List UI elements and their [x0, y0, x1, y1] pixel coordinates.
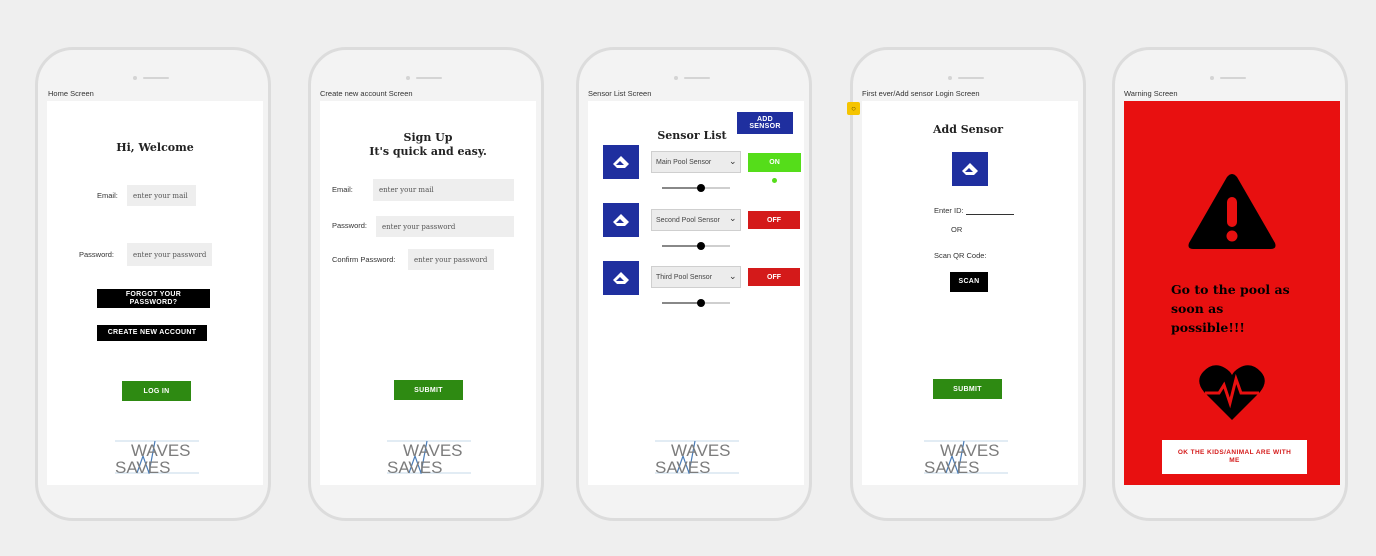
screen-label-add-sensor: First ever/Add sensor Login Screen — [862, 89, 980, 98]
email-label: Email: — [97, 191, 118, 200]
sensor-icon-box — [952, 152, 988, 186]
logo-text-saves: SAVES — [115, 458, 170, 474]
eraser-icon — [962, 163, 978, 175]
screen-label-home: Home Screen — [48, 89, 94, 98]
warning-message: Go to the pool as soon as possible!!! — [1171, 282, 1290, 335]
sensor-icon-box — [603, 145, 639, 179]
signup-title: Sign Up — [403, 131, 453, 144]
speaker-slot — [958, 77, 984, 79]
chevron-down-icon: ⌄ — [729, 271, 737, 281]
sensor-list-screen: ADD SENSOR Sensor List Main Pool Sensor … — [588, 101, 804, 485]
or-label: OR — [951, 225, 963, 234]
warning-screen: Go to the pool as soon as possible!!! OK… — [1124, 101, 1340, 485]
sensor-icon-box — [603, 261, 639, 295]
enter-id-label: Enter ID: — [934, 206, 964, 215]
logo-text-saves: SAVES — [924, 458, 979, 474]
comment-marker-icon[interactable]: ○ — [847, 102, 860, 115]
welcome-title: Hi, Welcome — [116, 141, 194, 154]
speaker-slot — [1220, 77, 1246, 79]
slider-knob[interactable] — [697, 299, 705, 307]
password-label: Password: — [79, 250, 115, 259]
waves-saves-logo: WAVES SAVES — [115, 438, 199, 477]
create-account-button[interactable]: CREATE NEW ACCOUNT — [97, 325, 207, 341]
password-label: Password: — [332, 221, 368, 230]
logo-text-saves: SAVES — [655, 458, 710, 474]
signup-subtitle: It's quick and easy. — [369, 145, 487, 158]
sensor-list-title: Sensor List — [657, 129, 727, 142]
speaker-slot — [416, 77, 442, 79]
email-input[interactable]: enter your mail — [127, 185, 196, 206]
sensor-toggle-off[interactable]: OFF — [748, 211, 800, 229]
chevron-down-icon: ⌄ — [729, 213, 737, 223]
slider-rest — [701, 302, 730, 304]
forgot-password-button[interactable]: FORGOT YOUR PASSWORD? — [97, 289, 210, 308]
slider-track — [662, 302, 701, 304]
logo-wave-graphic: WAVES SAVES — [387, 440, 471, 477]
slider-knob[interactable] — [697, 184, 705, 192]
status-dot — [772, 178, 777, 183]
camera-dot — [1210, 76, 1214, 80]
speaker-slot — [684, 77, 710, 79]
scan-button[interactable]: SCAN — [950, 272, 988, 292]
sensor-icon-box — [603, 203, 639, 237]
camera-dot — [674, 76, 678, 80]
screen-label-signup: Create new account Screen — [320, 89, 413, 98]
logo-wave-graphic: WAVES SAVES — [115, 440, 199, 477]
sensor-toggle-on[interactable]: ON — [748, 153, 801, 172]
submit-button[interactable]: SUBMIT — [933, 379, 1002, 399]
confirm-password-label: Confirm Password: — [332, 255, 396, 264]
waves-saves-logo: WAVES SAVES — [655, 438, 739, 477]
sensor-toggle-off[interactable]: OFF — [748, 268, 800, 286]
chevron-down-icon: ⌄ — [729, 156, 737, 166]
login-button[interactable]: LOG IN — [122, 381, 191, 401]
confirm-password-input[interactable]: enter your password — [408, 249, 494, 270]
add-sensor-title: Add Sensor — [932, 123, 1003, 136]
eraser-icon — [613, 214, 629, 226]
add-sensor-button[interactable]: ADD SENSOR — [737, 112, 793, 134]
logo-wave-graphic: WAVES SAVES — [655, 440, 739, 477]
eraser-icon — [613, 156, 629, 168]
slider-rest — [701, 187, 730, 189]
waves-saves-logo: WAVES SAVES — [387, 438, 471, 477]
sensor-select[interactable]: Main Pool Sensor — [651, 151, 741, 173]
eraser-icon — [613, 272, 629, 284]
speaker-slot — [143, 77, 169, 79]
screen-label-warning: Warning Screen — [1124, 89, 1178, 98]
camera-dot — [948, 76, 952, 80]
sensor-select[interactable]: Third Pool Sensor — [651, 266, 741, 288]
ok-kids-button-label: OK THE KIDS/ANIMAL ARE WITH ME — [1177, 448, 1292, 464]
slider-rest — [701, 245, 730, 247]
enter-id-input[interactable] — [966, 209, 1014, 215]
scan-qr-label: Scan QR Code: — [934, 251, 987, 260]
heart-pulse-icon — [1199, 365, 1265, 420]
camera-dot — [133, 76, 137, 80]
logo-wave-graphic: WAVES SAVES — [924, 440, 1008, 477]
add-sensor-screen: Add Sensor Enter ID: OR Scan QR Code: SC… — [862, 101, 1078, 485]
sensor-select[interactable]: Second Pool Sensor — [651, 209, 741, 231]
signup-screen: Sign Up It's quick and easy. Email: ente… — [320, 101, 536, 485]
warning-triangle-icon — [1188, 174, 1276, 249]
ok-kids-button[interactable]: OK THE KIDS/ANIMAL ARE WITH ME — [1162, 440, 1307, 474]
logo-text-saves: SAVES — [387, 458, 442, 474]
waves-saves-logo: WAVES SAVES — [924, 438, 1008, 477]
slider-track — [662, 187, 701, 189]
slider-track — [662, 245, 701, 247]
home-screen: Hi, Welcome Email: enter your mail Passw… — [47, 101, 263, 485]
email-input[interactable]: enter your mail — [373, 179, 514, 201]
email-label: Email: — [332, 185, 353, 194]
camera-dot — [406, 76, 410, 80]
screen-label-sensors: Sensor List Screen — [588, 89, 652, 98]
submit-button[interactable]: SUBMIT — [394, 380, 463, 400]
password-input[interactable]: enter your password — [376, 216, 514, 237]
slider-knob[interactable] — [697, 242, 705, 250]
password-input[interactable]: enter your password — [127, 243, 212, 266]
